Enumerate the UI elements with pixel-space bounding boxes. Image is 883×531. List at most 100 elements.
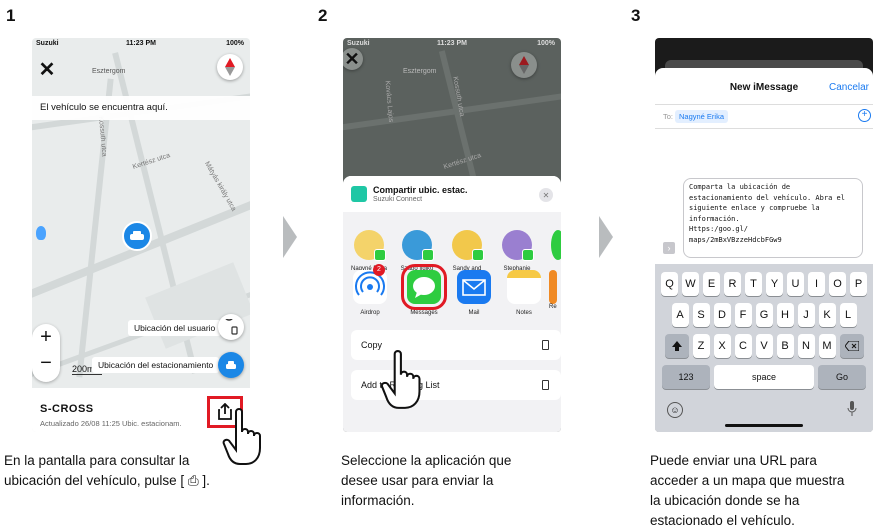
key[interactable]: Z (692, 334, 710, 358)
share-person[interactable]: Sandy and (443, 230, 491, 272)
map-street-label: Kertész utca (442, 152, 483, 171)
key[interactable]: R (724, 272, 741, 296)
parking-location-button[interactable] (218, 352, 244, 378)
time-label: 11:23 PM (126, 40, 156, 47)
share-app-partial[interactable]: Re (549, 270, 561, 310)
recipient-chip[interactable]: Nagyné Erika (675, 110, 729, 123)
share-app-notes[interactable]: Notes (501, 270, 547, 316)
zoom-in-button[interactable]: + (32, 326, 60, 349)
caption-line: ubicación del vehículo, pulse [ ⎙ ]. (4, 473, 210, 488)
key[interactable]: Q (661, 272, 678, 296)
apps-expand-icon[interactable]: › (663, 242, 675, 254)
go-key[interactable]: Go (818, 365, 866, 389)
step-1-caption: En la pantalla para consultar la ubicaci… (4, 451, 304, 491)
close-icon[interactable]: ✕ (36, 58, 58, 81)
share-person[interactable]: Nagyné Erika (345, 230, 393, 272)
cancel-button[interactable]: Cancelar (829, 82, 869, 93)
caption-line: Seleccione la aplicación que (341, 453, 512, 468)
divider (655, 128, 873, 129)
battery-label: 100% (537, 40, 555, 47)
map-place-label: Esztergom (403, 68, 437, 75)
action-label: Copy (361, 340, 383, 350)
step-3-caption: Puede enviar una URL para acceder a un m… (650, 451, 880, 531)
share-app-airdrop[interactable]: 2 Airdrop (347, 264, 393, 316)
key[interactable]: J (797, 303, 815, 327)
reminders-icon (549, 270, 557, 304)
key[interactable]: B (776, 334, 794, 358)
next-step-arrow (599, 216, 613, 258)
message-line: Https:/goo.gl/ (689, 225, 749, 233)
key[interactable]: X (713, 334, 731, 358)
imessage-compose: New iMessage Cancelar To: Nagyné Erika +… (655, 68, 873, 432)
close-share-button[interactable]: ✕ (539, 188, 553, 202)
to-label: To: (663, 112, 674, 121)
compass-icon (511, 52, 537, 78)
home-indicator (725, 424, 803, 427)
share-sheet-header: Compartir ubic. estac. Suzuki Connect ✕ (343, 176, 561, 212)
key[interactable]: H (776, 303, 794, 327)
key[interactable]: T (745, 272, 762, 296)
space-key[interactable]: space (714, 365, 814, 389)
share-app-label: Notes (516, 310, 532, 316)
key[interactable]: V (755, 334, 773, 358)
key[interactable]: W (682, 272, 699, 296)
vehicle-card-title: S-CROSS (40, 403, 94, 415)
key[interactable]: A (671, 303, 689, 327)
key[interactable]: L (839, 303, 857, 327)
key[interactable]: O (829, 272, 846, 296)
avatar (452, 230, 484, 261)
key[interactable]: M (818, 334, 836, 358)
key[interactable]: Y (766, 272, 783, 296)
key[interactable]: S (692, 303, 710, 327)
key[interactable]: N (797, 334, 815, 358)
share-app-messages[interactable]: Messages (401, 264, 447, 316)
emoji-icon[interactable]: ☺ (667, 402, 683, 418)
numbers-key[interactable]: 123 (662, 365, 710, 389)
map-street-label: Kovács Lajos (383, 80, 395, 123)
notes-icon (507, 270, 541, 304)
key[interactable]: E (703, 272, 720, 296)
time-label: 11:23 PM (437, 40, 467, 47)
message-line: siguiente enlace y compruebe la (689, 204, 820, 212)
key[interactable]: G (755, 303, 773, 327)
airdrop-icon: 2 (353, 264, 387, 304)
key[interactable]: F (734, 303, 752, 327)
caption-line: información. (341, 493, 415, 508)
mail-icon (457, 270, 491, 304)
user-location-button[interactable] (218, 314, 244, 340)
microphone-icon[interactable] (847, 401, 857, 417)
messages-icon (401, 264, 447, 310)
add-recipient-icon[interactable]: + (858, 109, 871, 122)
user-location-label: Ubicación del usuario (128, 320, 222, 336)
key[interactable]: K (818, 303, 836, 327)
shift-key-icon[interactable] (664, 334, 689, 358)
key[interactable]: C (734, 334, 752, 358)
keyboard-row-1: Q W E R T Y U I O P (655, 272, 873, 296)
phone-screen-share-sheet: Suzuki 11:23 PM 100% Esztergom Kertész u… (343, 38, 561, 432)
avatar (402, 230, 434, 261)
map-road (76, 78, 114, 378)
backspace-key-icon[interactable] (839, 334, 864, 358)
share-app-label: Re (549, 304, 557, 310)
keyboard-row-2: A S D F G H J K L (655, 303, 873, 327)
share-person[interactable]: Stephanie (493, 230, 541, 272)
key[interactable]: I (808, 272, 825, 296)
copy-icon (542, 340, 549, 350)
key[interactable]: D (713, 303, 731, 327)
avatar (502, 230, 534, 261)
vehicle-tooltip: El vehículo se encuentra aquí. (32, 96, 250, 120)
share-app-mail[interactable]: Mail (451, 270, 497, 316)
caption-line: desee usar para enviar la (341, 473, 494, 488)
message-line: información. (689, 214, 740, 223)
share-person[interactable]: Szabó Ildikó (393, 230, 441, 272)
compass-icon[interactable] (217, 54, 243, 80)
caption-line: acceder a un mapa que muestra (650, 473, 845, 488)
key[interactable]: P (850, 272, 867, 296)
message-line: maps/2mBxVBzzeHdcbFGw9 (689, 235, 782, 244)
key[interactable]: U (787, 272, 804, 296)
vehicle-pin-icon[interactable] (122, 221, 152, 251)
vehicle-tooltip-text: El vehículo se encuentra aquí. (40, 102, 168, 113)
message-input[interactable]: Comparta la ubicación de estacionamiento… (683, 178, 863, 258)
app-icon (351, 186, 367, 202)
zoom-out-button[interactable]: − (32, 352, 60, 375)
